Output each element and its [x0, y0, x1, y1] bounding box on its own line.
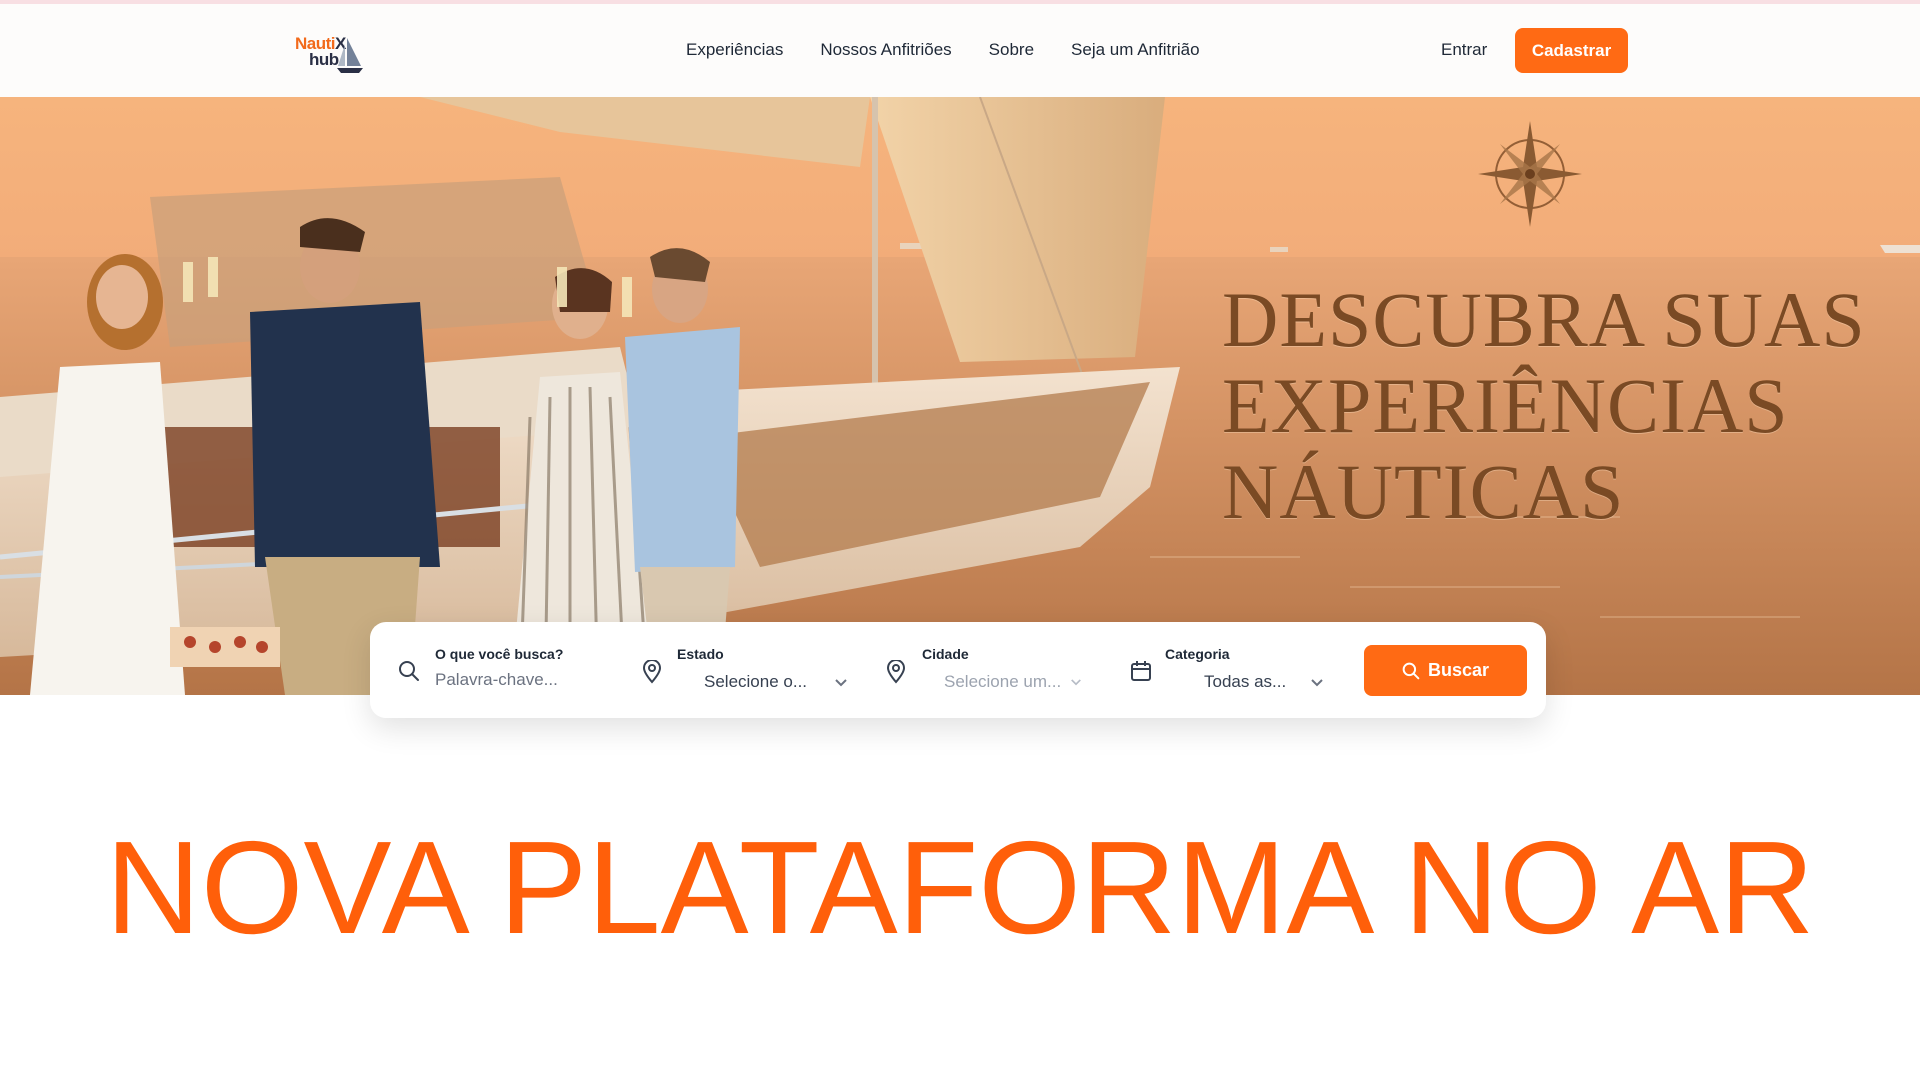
search-button[interactable]: Buscar [1364, 645, 1527, 696]
nav-become-host[interactable]: Seja um Anfitrião [1071, 40, 1200, 60]
search-bar: O que você busca? Estado Selecione o... … [370, 622, 1546, 718]
headline-line-3: NÁUTICAS [1222, 448, 1625, 535]
main-nav: Experiências Nossos Anfitriões Sobre Sej… [686, 40, 1237, 60]
navbar: NautiX hub Experiências Nossos Anfitriõe… [0, 4, 1920, 97]
chevron-down-icon [835, 679, 847, 687]
state-field[interactable]: Estado Selecione o... [642, 622, 862, 718]
headline-line-2: EXPERIÊNCIAS [1222, 362, 1789, 449]
nav-our-hosts[interactable]: Nossos Anfitriões [820, 40, 951, 60]
state-select-value[interactable]: Selecione o... [704, 672, 807, 692]
sailboat-icon [337, 38, 363, 73]
map-pin-icon [886, 660, 906, 684]
brand-logo[interactable]: NautiX hub [295, 30, 365, 78]
category-field[interactable]: Categoria Todas as... [1130, 622, 1340, 718]
keyword-field: O que você busca? [398, 622, 618, 718]
map-pin-icon [642, 660, 662, 684]
category-label: Categoria [1165, 646, 1230, 662]
state-label: Estado [677, 646, 724, 662]
compass-rose-icon [1478, 121, 1582, 227]
headline-line-1: DESCUBRA SUAS [1222, 276, 1866, 363]
hero-headline: DESCUBRA SUAS EXPERIÊNCIAS NÁUTICAS [1222, 277, 1902, 535]
keyword-label: O que você busca? [435, 646, 564, 662]
nav-experiences[interactable]: Experiências [686, 40, 783, 60]
chevron-down-icon [1311, 679, 1323, 687]
keyword-input[interactable] [435, 670, 595, 690]
search-icon [399, 661, 419, 681]
city-label: Cidade [922, 646, 969, 662]
search-button-label: Buscar [1427, 660, 1490, 680]
calendar-icon [1131, 661, 1151, 681]
signin-link[interactable]: Entrar [1441, 40, 1487, 60]
announcement-banner: NOVA PLATAFORMA NO AR [105, 814, 1815, 961]
hero-banner: DESCUBRA SUAS EXPERIÊNCIAS NÁUTICAS [0, 97, 1920, 695]
search-icon [1402, 662, 1420, 679]
city-select-value[interactable]: Selecione um... [944, 672, 1061, 692]
city-field[interactable]: Cidade Selecione um... [886, 622, 1106, 718]
nav-about[interactable]: Sobre [989, 40, 1034, 60]
chevron-down-icon [1071, 679, 1081, 686]
signup-button[interactable]: Cadastrar [1515, 28, 1628, 73]
logo-text-hub: hub [309, 50, 339, 69]
category-select-value[interactable]: Todas as... [1204, 672, 1286, 692]
